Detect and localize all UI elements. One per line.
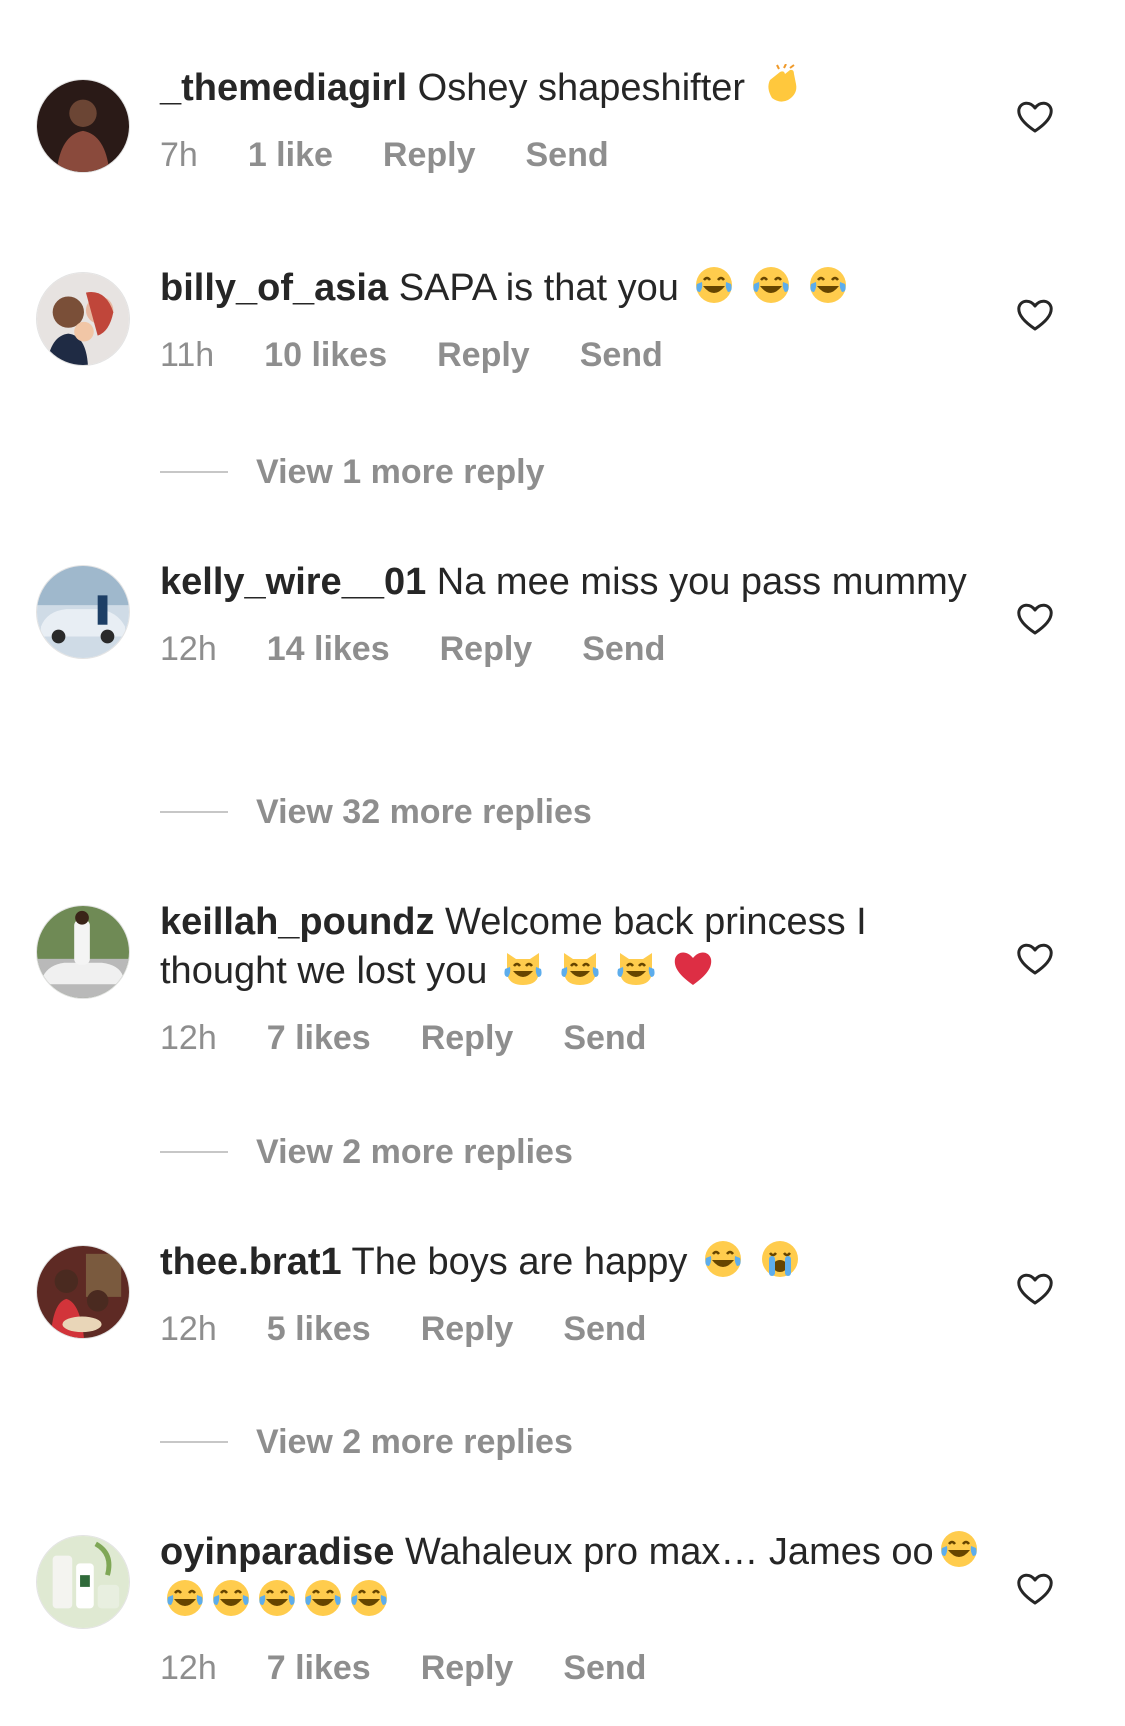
cat-tears-of-joy-icon <box>615 947 657 989</box>
avatar[interactable] <box>36 1245 130 1339</box>
tears-of-joy-icon <box>348 1577 390 1619</box>
tears-of-joy-icon <box>750 264 792 306</box>
divider <box>160 471 228 473</box>
divider <box>160 1441 228 1443</box>
avatar[interactable] <box>36 565 130 659</box>
view-replies-button[interactable]: View 32 more replies <box>160 792 592 832</box>
tears-of-joy-icon <box>210 1577 252 1619</box>
reply-button[interactable]: Reply <box>437 335 530 375</box>
comment-meta: 7h 1 like Reply Send <box>160 135 980 175</box>
comment-time: 12h <box>160 1649 217 1687</box>
comment-likes[interactable]: 10 likes <box>264 335 387 375</box>
tears-of-joy-icon <box>164 1577 206 1619</box>
comment-username[interactable]: oyinparadise <box>160 1531 394 1573</box>
send-button[interactable]: Send <box>582 629 665 669</box>
view-replies-button[interactable]: View 2 more replies <box>160 1132 573 1172</box>
comment-likes[interactable]: 14 likes <box>267 629 390 669</box>
comment-message: The boys are happy <box>351 1241 688 1283</box>
avatar[interactable] <box>36 1535 130 1629</box>
reply-button[interactable]: Reply <box>421 1018 514 1058</box>
comment-message: Na mee miss you pass mummy <box>436 561 967 603</box>
comment-message: Wahaleux pro max… James oo <box>404 1531 934 1573</box>
cat-tears-of-joy-icon <box>502 947 544 989</box>
comment-meta: 12h 7 likes Reply Send <box>160 1648 980 1688</box>
tears-of-joy-icon <box>302 1577 344 1619</box>
comment-text: keillah_poundz Welcome back princess I t… <box>160 896 980 996</box>
heart-outline-icon[interactable] <box>1016 942 1054 976</box>
send-button[interactable]: Send <box>563 1309 646 1349</box>
comment-time: 12h <box>160 1019 217 1057</box>
comment-time: 7h <box>160 136 198 174</box>
reply-button[interactable]: Reply <box>440 629 533 669</box>
comment-text: thee.brat1 The boys are happy <box>160 1236 980 1287</box>
reply-button[interactable]: Reply <box>421 1309 514 1349</box>
comment-text: oyinparadise Wahaleux pro max… James oo <box>160 1526 980 1626</box>
red-heart-icon <box>672 947 714 989</box>
view-replies-button[interactable]: View 1 more reply <box>160 452 545 492</box>
divider <box>160 1151 228 1153</box>
comment-body: billy_of_asia SAPA is that you 11h 10 li… <box>160 262 980 375</box>
view-replies-button[interactable]: View 2 more replies <box>160 1422 573 1462</box>
clapping-hands-icon <box>760 64 802 106</box>
comment-time: 12h <box>160 630 217 668</box>
comment-text: _themediagirl Oshey shapeshifter <box>160 62 980 113</box>
comment-body: oyinparadise Wahaleux pro max… James oo … <box>160 1526 980 1688</box>
send-button[interactable]: Send <box>526 135 609 175</box>
comment-body: keillah_poundz Welcome back princess I t… <box>160 896 980 1058</box>
heart-outline-icon[interactable] <box>1016 602 1054 636</box>
comment-message: SAPA is that you <box>398 267 679 309</box>
view-replies-label[interactable]: View 1 more reply <box>256 453 545 492</box>
comment-username[interactable]: thee.brat1 <box>160 1241 342 1283</box>
view-replies-label[interactable]: View 2 more replies <box>256 1133 573 1172</box>
comment-message: Oshey shapeshifter <box>417 67 746 109</box>
comment-username[interactable]: billy_of_asia <box>160 267 388 309</box>
heart-outline-icon[interactable] <box>1016 100 1054 134</box>
comment-meta: 11h 10 likes Reply Send <box>160 335 980 375</box>
comment-meta: 12h 14 likes Reply Send <box>160 629 980 669</box>
send-button[interactable]: Send <box>580 335 663 375</box>
cat-tears-of-joy-icon <box>559 947 601 989</box>
heart-outline-icon[interactable] <box>1016 1272 1054 1306</box>
comment-username[interactable]: keillah_poundz <box>160 901 434 943</box>
reply-button[interactable]: Reply <box>421 1648 514 1688</box>
comment-body: kelly_wire__01 Na mee miss you pass mumm… <box>160 556 980 669</box>
comment-text: kelly_wire__01 Na mee miss you pass mumm… <box>160 556 980 607</box>
heart-outline-icon[interactable] <box>1016 1572 1054 1606</box>
tears-of-joy-icon <box>693 264 735 306</box>
reply-button[interactable]: Reply <box>383 135 476 175</box>
comment-body: _themediagirl Oshey shapeshifter 7h 1 li… <box>160 62 980 175</box>
tears-of-joy-icon <box>702 1238 744 1280</box>
comment-body: thee.brat1 The boys are happy 12h 5 like… <box>160 1236 980 1349</box>
divider <box>160 811 228 813</box>
tears-of-joy-icon <box>807 264 849 306</box>
comment-meta: 12h 7 likes Reply Send <box>160 1018 980 1058</box>
comment-meta: 12h 5 likes Reply Send <box>160 1309 980 1349</box>
avatar[interactable] <box>36 905 130 999</box>
loudly-crying-icon <box>759 1238 801 1280</box>
view-replies-label[interactable]: View 32 more replies <box>256 793 592 832</box>
comment-likes[interactable]: 1 like <box>248 135 333 175</box>
comment-likes[interactable]: 7 likes <box>267 1018 371 1058</box>
comment-likes[interactable]: 7 likes <box>267 1648 371 1688</box>
view-replies-label[interactable]: View 2 more replies <box>256 1423 573 1462</box>
avatar[interactable] <box>36 272 130 366</box>
tears-of-joy-icon <box>938 1528 980 1570</box>
heart-outline-icon[interactable] <box>1016 298 1054 332</box>
comment-username[interactable]: _themediagirl <box>160 67 407 109</box>
comment-likes[interactable]: 5 likes <box>267 1309 371 1349</box>
comment-username[interactable]: kelly_wire__01 <box>160 561 426 603</box>
comment-time: 11h <box>160 336 215 374</box>
avatar[interactable] <box>36 79 130 173</box>
send-button[interactable]: Send <box>563 1648 646 1688</box>
comment-text: billy_of_asia SAPA is that you <box>160 262 980 313</box>
tears-of-joy-icon <box>256 1577 298 1619</box>
comment-time: 12h <box>160 1310 217 1348</box>
send-button[interactable]: Send <box>563 1018 646 1058</box>
